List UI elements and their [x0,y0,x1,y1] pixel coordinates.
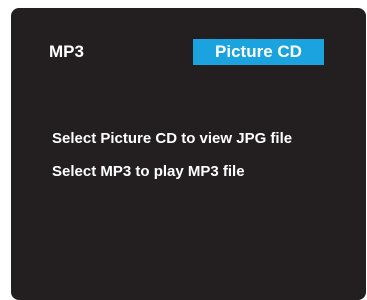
option-picture-cd[interactable]: Picture CD [193,39,324,65]
instruction-picture-cd: Select Picture CD to view JPG file [52,130,293,147]
menu-screen: MP3 Picture CD [11,8,366,300]
option-mp3[interactable]: MP3 [49,39,84,65]
instruction-mp3: Select MP3 to play MP3 file [52,163,245,180]
